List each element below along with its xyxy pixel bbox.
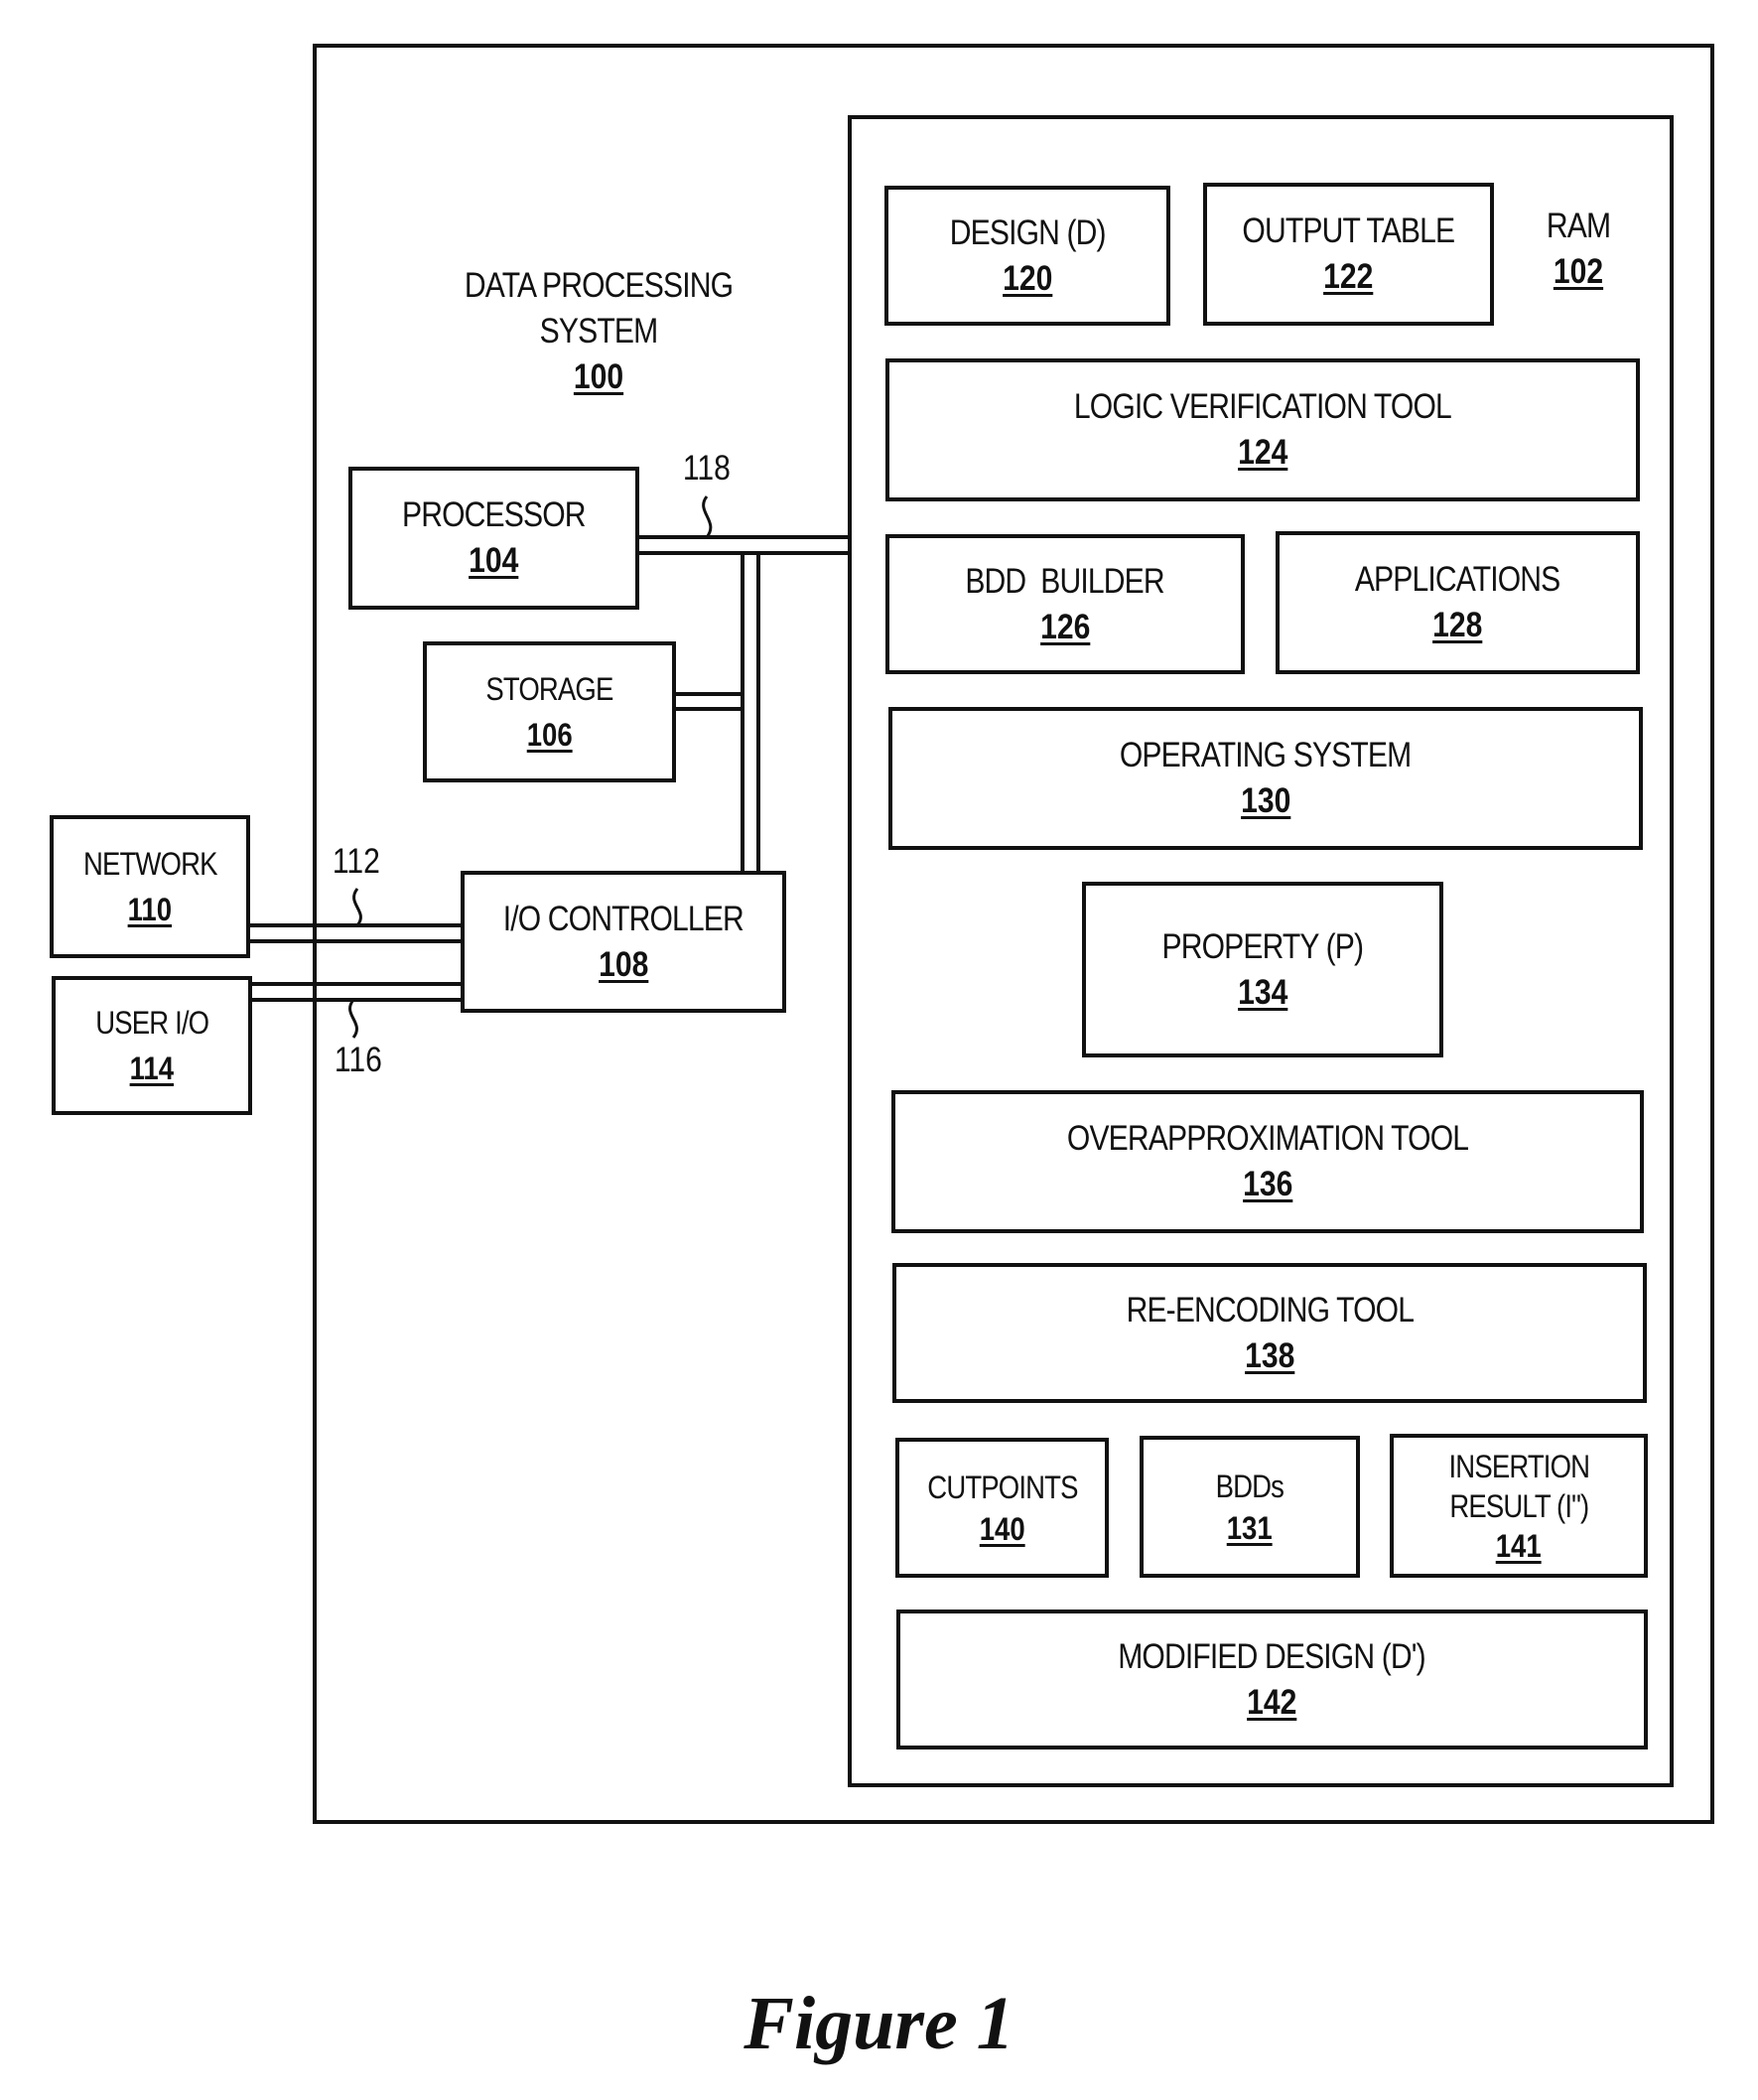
operating-system-ref: 130 bbox=[1240, 781, 1291, 820]
processor-ref: 104 bbox=[469, 541, 519, 580]
network-label: NETWORK bbox=[82, 846, 217, 882]
cutpoints-label: CUTPOINTS bbox=[926, 1469, 1078, 1505]
modified-design-ref: 142 bbox=[1247, 1682, 1297, 1722]
processor-box: PROCESSOR 104 bbox=[348, 467, 639, 610]
user-io-box: USER I/O 114 bbox=[52, 976, 252, 1115]
user-io-ref: 114 bbox=[129, 1050, 175, 1086]
logic-verification-tool-box: LOGIC VERIFICATION TOOL 124 bbox=[885, 358, 1640, 501]
processor-label: PROCESSOR bbox=[402, 495, 586, 534]
bdd-builder-ref: 126 bbox=[1039, 607, 1091, 646]
applications-ref: 128 bbox=[1432, 606, 1483, 644]
bdds-box: BDDs 131 bbox=[1140, 1436, 1360, 1578]
bdd-builder-box: BDD BUILDER 126 bbox=[885, 534, 1245, 674]
system-ref: 100 bbox=[573, 357, 624, 396]
userio-link-ref: 116 bbox=[334, 1041, 382, 1079]
bdds-label: BDDs bbox=[1215, 1468, 1285, 1504]
modified-design-box: MODIFIED DESIGN (D') 142 bbox=[896, 1610, 1648, 1750]
operating-system-box: OPERATING SYSTEM 130 bbox=[888, 707, 1643, 850]
output-table-label: OUTPUT TABLE bbox=[1242, 211, 1456, 250]
insertion-result-label-line2: RESULT (I") bbox=[1449, 1487, 1589, 1524]
system-title-line2: SYSTEM bbox=[539, 312, 658, 350]
system-title: DATA PROCESSING SYSTEM 100 bbox=[400, 263, 797, 400]
output-table-box: OUTPUT TABLE 122 bbox=[1203, 183, 1494, 326]
design-box: DESIGN (D) 120 bbox=[884, 186, 1170, 326]
property-label: PROPERTY (P) bbox=[1161, 926, 1365, 966]
bdd-builder-label: BDD BUILDER bbox=[965, 561, 1165, 601]
network-link-ref: 112 bbox=[332, 842, 380, 881]
io-controller-label: I/O CONTROLLER bbox=[502, 899, 744, 938]
design-ref: 120 bbox=[1002, 258, 1053, 298]
logic-verification-tool-ref: 124 bbox=[1237, 433, 1288, 472]
property-ref: 134 bbox=[1237, 972, 1288, 1012]
operating-system-label: OPERATING SYSTEM bbox=[1120, 736, 1412, 774]
io-controller-box: I/O CONTROLLER 108 bbox=[461, 871, 786, 1013]
cutpoints-box: CUTPOINTS 140 bbox=[895, 1438, 1109, 1578]
network-box: NETWORK 110 bbox=[50, 815, 250, 958]
overapproximation-tool-box: OVERAPPROXIMATION TOOL 136 bbox=[891, 1090, 1644, 1233]
cutpoints-ref: 140 bbox=[979, 1510, 1025, 1547]
network-ref: 110 bbox=[127, 892, 173, 927]
ram-label-text: RAM bbox=[1546, 207, 1611, 245]
insertion-result-label-line1: INSERTION bbox=[1448, 1448, 1589, 1484]
applications-label: APPLICATIONS bbox=[1355, 560, 1560, 599]
applications-box: APPLICATIONS 128 bbox=[1276, 531, 1640, 674]
overapproximation-tool-label: OVERAPPROXIMATION TOOL bbox=[1066, 1119, 1469, 1158]
reencoding-tool-box: RE-ENCODING TOOL 138 bbox=[892, 1263, 1647, 1403]
reencoding-tool-ref: 138 bbox=[1244, 1335, 1295, 1375]
insertion-result-box: INSERTION RESULT (I") 141 bbox=[1390, 1434, 1648, 1578]
storage-ref: 106 bbox=[526, 717, 573, 753]
io-controller-ref: 108 bbox=[598, 944, 649, 984]
output-table-ref: 122 bbox=[1323, 257, 1374, 296]
system-title-line1: DATA PROCESSING bbox=[464, 266, 734, 305]
storage-box: STORAGE 106 bbox=[423, 641, 676, 782]
figure-caption: Figure 1 bbox=[744, 1982, 1014, 2065]
ram-label: RAM 102 bbox=[1529, 204, 1628, 295]
logic-verification-tool-label: LOGIC VERIFICATION TOOL bbox=[1074, 387, 1452, 426]
insertion-result-ref: 141 bbox=[1496, 1527, 1542, 1564]
property-box: PROPERTY (P) 134 bbox=[1082, 882, 1443, 1057]
ram-ref: 102 bbox=[1553, 252, 1604, 291]
user-io-label: USER I/O bbox=[95, 1005, 209, 1041]
reencoding-tool-label: RE-ENCODING TOOL bbox=[1126, 1290, 1414, 1330]
design-label: DESIGN (D) bbox=[949, 212, 1107, 252]
bus-ref: 118 bbox=[682, 449, 731, 488]
bdds-ref: 131 bbox=[1227, 1509, 1273, 1546]
overapproximation-tool-ref: 136 bbox=[1242, 1165, 1293, 1203]
modified-design-label: MODIFIED DESIGN (D') bbox=[1118, 1636, 1426, 1676]
storage-label: STORAGE bbox=[485, 671, 613, 707]
